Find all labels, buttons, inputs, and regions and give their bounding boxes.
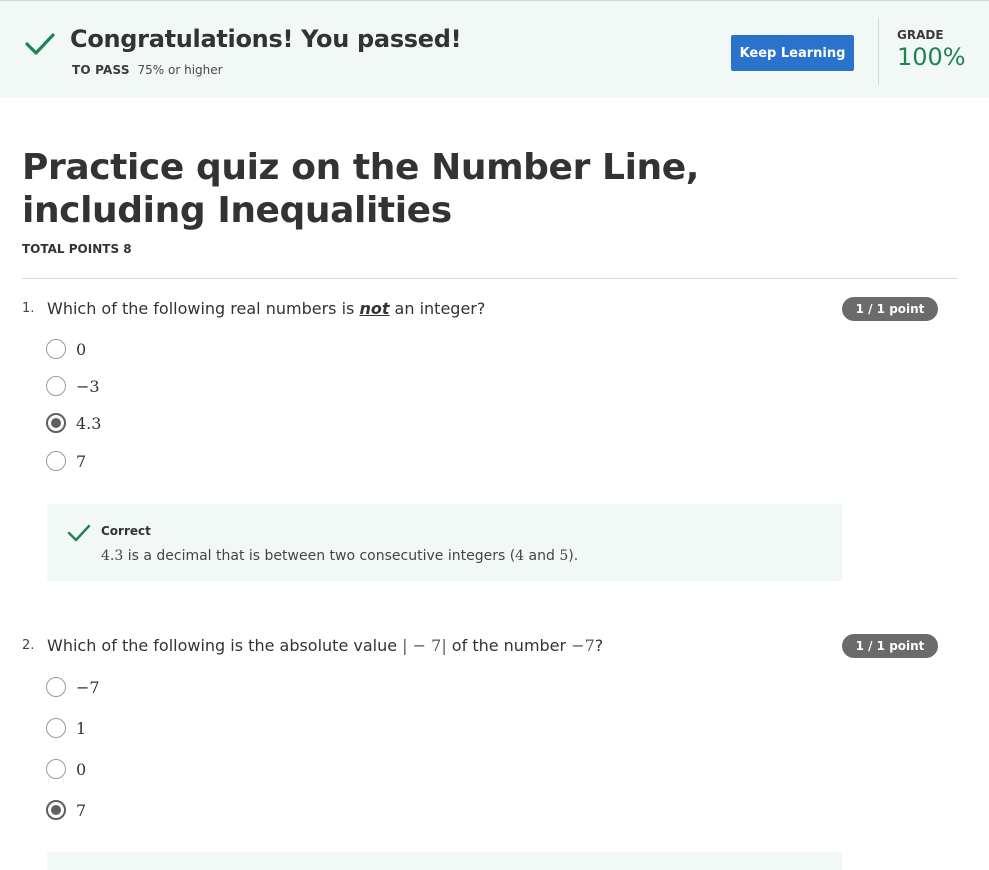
question-text-part: Which of the following is the absolute v… <box>47 636 403 655</box>
math-expression: | − 7| <box>402 636 447 655</box>
radio-button[interactable] <box>46 339 66 359</box>
result-banner: Congratulations! You passed! TO PASS 75%… <box>0 0 989 98</box>
radio-button[interactable] <box>46 677 66 697</box>
answer-option[interactable]: −7 <box>46 676 100 698</box>
radio-button[interactable] <box>46 759 66 779</box>
answer-option[interactable]: 7 <box>46 799 86 821</box>
to-pass-label: TO PASS <box>72 63 130 77</box>
keep-learning-button[interactable]: Keep Learning <box>731 35 854 71</box>
feedback-text-part: and <box>524 548 560 564</box>
question-text: Which of the following real numbers is n… <box>47 299 485 318</box>
pass-threshold: TO PASS 75% or higher <box>72 63 223 77</box>
option-label: −7 <box>76 677 100 697</box>
pass-message: Congratulations! You passed! <box>70 25 462 53</box>
feedback-panel <box>47 852 842 870</box>
feedback-panel: Correct 4.3 is a decimal that is between… <box>47 504 842 581</box>
radio-button[interactable] <box>46 451 66 471</box>
to-pass-value: 75% or higher <box>137 63 223 77</box>
question-emphasis: not <box>359 299 390 318</box>
grade-value: 100% <box>897 43 966 71</box>
math-value: 5 <box>559 548 569 564</box>
option-label: 1 <box>76 718 87 738</box>
option-label: −3 <box>76 376 100 396</box>
question-text-part: Which of the following real numbers is <box>47 299 360 318</box>
check-icon <box>25 33 55 55</box>
page-title: Practice quiz on the Number Line, includ… <box>22 147 700 231</box>
feedback-text: 4.3 is a decimal that is between two con… <box>101 548 578 564</box>
math-value: 4.3 <box>101 548 124 564</box>
option-label: 7 <box>76 800 87 820</box>
radio-button-selected[interactable] <box>46 800 66 820</box>
math-expression: −7 <box>571 636 595 655</box>
option-label: 0 <box>76 759 87 779</box>
points-badge: 1 / 1 point <box>842 634 938 658</box>
grade-label: GRADE <box>897 28 944 42</box>
answer-option[interactable]: 1 <box>46 717 86 739</box>
radio-button-selected[interactable] <box>46 413 66 433</box>
answer-option[interactable]: −3 <box>46 375 100 397</box>
points-badge: 1 / 1 point <box>842 297 938 321</box>
divider <box>22 278 958 279</box>
answer-option[interactable]: 0 <box>46 758 86 780</box>
radio-button[interactable] <box>46 376 66 396</box>
option-label: 0 <box>76 339 87 359</box>
option-label: 7 <box>76 451 87 471</box>
total-points: TOTAL POINTS 8 <box>22 242 132 256</box>
question-number: 2. <box>22 638 35 653</box>
divider <box>878 17 879 85</box>
radio-button[interactable] <box>46 718 66 738</box>
answer-option[interactable]: 4.3 <box>46 412 101 434</box>
answer-option[interactable]: 7 <box>46 450 86 472</box>
option-label: 4.3 <box>76 413 102 433</box>
math-value: 4 <box>515 548 525 564</box>
feedback-text-part: is a decimal that is between two consecu… <box>123 548 516 564</box>
question-number: 1. <box>22 301 35 316</box>
question-text: Which of the following is the absolute v… <box>47 636 603 655</box>
question-text-part: an integer? <box>389 299 486 318</box>
check-icon <box>67 524 91 542</box>
question-text-part: of the number <box>446 636 572 655</box>
answer-option[interactable]: 0 <box>46 338 86 360</box>
question-text-part: ? <box>594 636 604 655</box>
feedback-text-part: ). <box>568 548 579 564</box>
feedback-heading: Correct <box>101 524 151 538</box>
